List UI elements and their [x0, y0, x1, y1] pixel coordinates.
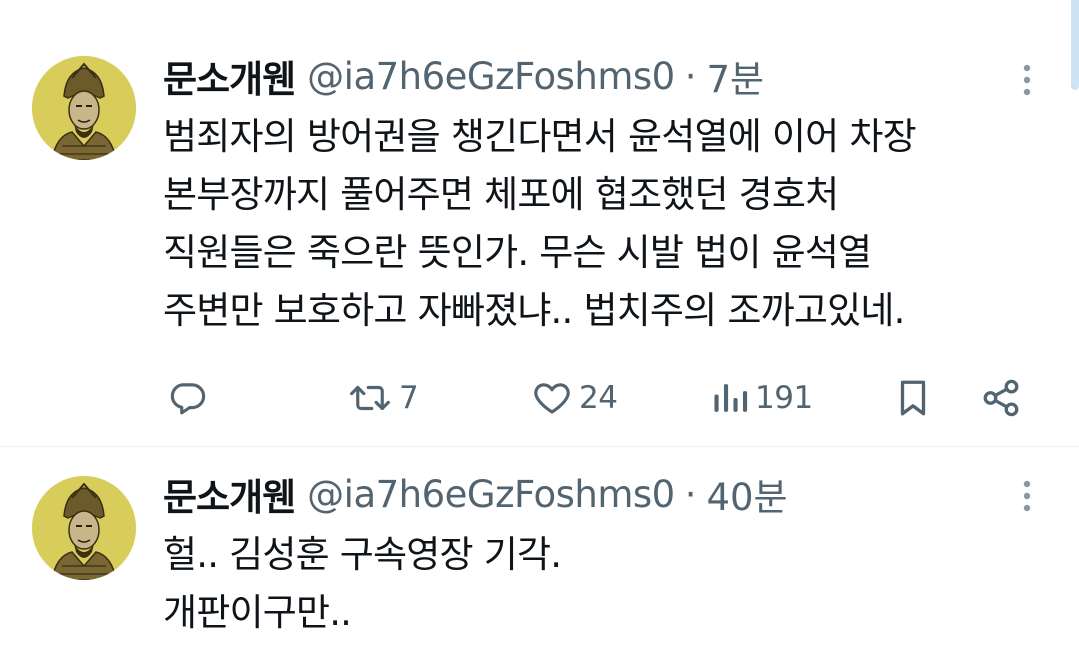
tweet-text-line: 주변만 보호하고 자빠졌냐.. 법치주의 조까고있네.	[163, 289, 905, 332]
more-vertical-icon[interactable]	[1015, 476, 1039, 516]
reply-icon	[166, 377, 208, 419]
views-count: 191	[755, 380, 813, 416]
tweet-text: 헐.. 김성훈 구속영장 기각. 개판이구만..	[163, 526, 1043, 642]
tweet-text-line: 직원들은 죽으란 뜻인가. 무슨 시발 법이 윤석열	[163, 231, 872, 274]
divider	[0, 446, 1079, 447]
author-name[interactable]: 문소개웬	[163, 49, 296, 103]
avatar[interactable]	[32, 476, 136, 580]
retweet-icon	[347, 377, 393, 419]
share-icon	[980, 377, 1022, 419]
bookmark-icon	[893, 377, 933, 419]
reply-button[interactable]	[166, 373, 208, 423]
tweet-text: 범죄자의 방어권을 챙긴다면서 윤석열에 이어 차장 본부장까지 풀어주면 체포…	[163, 108, 1043, 340]
retweet-count: 7	[399, 380, 419, 416]
like-count: 24	[579, 380, 618, 416]
retweet-button[interactable]: 7	[347, 373, 419, 423]
tweet-text-line: 개판이구만..	[163, 591, 352, 634]
bookmark-button[interactable]	[893, 373, 933, 423]
tweet[interactable]: 문소개웬 @ia7h6eGzFoshms0 · 40분 헐.. 김성훈 구속영장…	[0, 446, 1079, 665]
more-vertical-icon[interactable]	[1015, 60, 1039, 100]
author-name[interactable]: 문소개웬	[163, 467, 296, 521]
author-handle[interactable]: @ia7h6eGzFoshms0	[307, 55, 675, 98]
timestamp[interactable]: 7분	[706, 49, 764, 103]
heart-icon	[531, 377, 573, 419]
views-button[interactable]: 191	[711, 373, 813, 423]
tweet-text-line: 범죄자의 방어권을 챙긴다면서 윤석열에 이어 차장	[163, 115, 917, 158]
views-icon	[711, 377, 749, 419]
separator-dot: ·	[684, 54, 697, 98]
separator-dot: ·	[684, 472, 697, 516]
share-button[interactable]	[980, 373, 1022, 423]
tweet[interactable]: 문소개웬 @ia7h6eGzFoshms0 · 7분 범죄자의 방어권을 챙긴다…	[0, 32, 1079, 446]
like-button[interactable]: 24	[531, 373, 618, 423]
avatar[interactable]	[32, 56, 136, 160]
tweet-text-line: 본부장까지 풀어주면 체포에 협조했던 경호처	[163, 173, 839, 216]
author-handle[interactable]: @ia7h6eGzFoshms0	[307, 473, 675, 516]
timestamp[interactable]: 40분	[706, 467, 787, 521]
tweet-text-line: 헐.. 김성훈 구속영장 기각.	[163, 533, 562, 576]
tweet-actions: 7 24 191	[0, 373, 1079, 423]
